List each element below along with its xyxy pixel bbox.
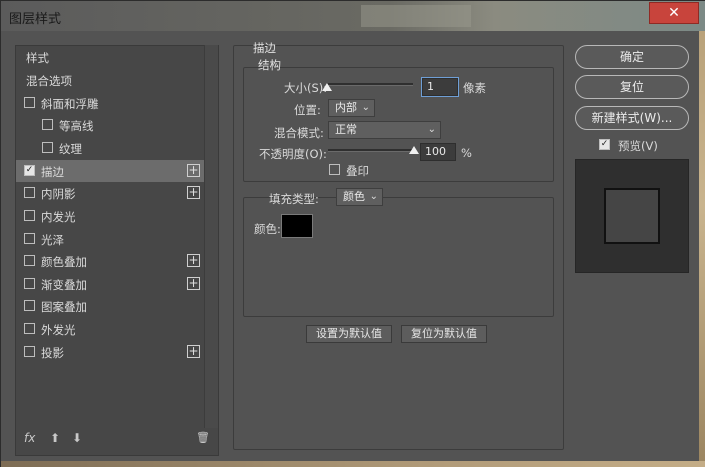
style-item-checkbox[interactable] [24,323,35,334]
add-instance-icon[interactable]: + [187,164,200,177]
style-item-label: 样式 [26,51,49,65]
style-list-footer: fx ⬆ ⬇ 🗑 [16,429,210,451]
opacity-label: 不透明度(O): [259,147,327,161]
blend-mode-dropdown[interactable]: 正常 ⌄ [328,121,441,139]
style-item-checkbox[interactable] [42,119,53,130]
style-item-label: 渐变叠加 [41,278,87,292]
style-item-checkbox[interactable] [24,210,35,221]
position-value: 内部 [335,101,357,114]
background-edge-bottom [1,461,705,467]
fill-type-dropdown[interactable]: 颜色 ⌄ [336,188,383,206]
add-instance-icon[interactable]: + [187,254,200,267]
style-item[interactable]: 斜面和浮雕 [16,92,204,114]
style-item-checkbox[interactable]: ✓ [24,165,35,176]
style-item[interactable]: 投影 + [16,341,204,363]
chevron-down-icon: ⌄ [361,102,370,113]
background-edge-right [699,31,705,467]
style-item[interactable]: ✓ 描边 + [16,160,204,182]
overprint-checkbox[interactable] [329,164,340,175]
style-item-checkbox[interactable] [24,278,35,289]
style-item-label: 等高线 [59,119,94,133]
style-item-label: 描边 [41,165,64,179]
trash-icon[interactable]: 🗑 [196,431,210,444]
background-blur [361,5,471,27]
set-default-button[interactable]: 设置为默认值 [306,325,392,343]
size-input[interactable]: 1 [421,77,459,97]
style-item-checkbox[interactable] [24,255,35,266]
dialog-title: 图层样式 [9,12,62,27]
style-item-checkbox[interactable] [24,346,35,357]
style-item-checkbox[interactable] [24,97,35,108]
add-instance-icon[interactable]: + [187,345,200,358]
blend-mode-value: 正常 [335,123,357,136]
add-instance-icon[interactable]: + [187,186,200,199]
fill-type-value: 颜色 [343,190,365,203]
add-instance-icon[interactable]: + [187,277,200,290]
chevron-down-icon: ⌄ [369,191,378,202]
blend-mode-label: 混合模式: [274,126,324,140]
style-item[interactable]: 外发光 [16,318,204,340]
opacity-unit: % [461,146,472,160]
color-swatch[interactable] [281,214,313,238]
close-button[interactable]: ✕ [649,2,699,24]
layer-style-dialog: 图层样式 ✕ 样式混合选项斜面和浮雕等高线纹理 ✓ 描边 + 内阴影 + 内发光光泽颜色叠加… [0,0,705,467]
style-item-label: 颜色叠加 [41,255,87,269]
style-item[interactable]: 内发光 [16,205,204,227]
chevron-down-icon: ⌄ [427,124,436,135]
style-item[interactable]: 内阴影 + [16,182,204,204]
style-item[interactable]: 混合选项 [16,69,204,91]
preview-label: 预览(V) [618,139,658,153]
move-down-icon[interactable]: ⬇ [72,431,82,445]
style-item-label: 光泽 [41,233,64,247]
style-item-label: 图案叠加 [41,300,87,314]
style-item[interactable]: 纹理 [16,137,204,159]
style-item-label: 内阴影 [41,187,76,201]
style-item-checkbox[interactable] [24,187,35,198]
style-item-checkbox[interactable] [24,300,35,311]
move-up-icon[interactable]: ⬆ [50,431,60,445]
reset-default-button[interactable]: 复位为默认值 [401,325,487,343]
ok-button[interactable]: 确定 [575,45,689,69]
position-dropdown[interactable]: 内部 ⌄ [328,99,375,117]
style-item[interactable]: 颜色叠加 + [16,250,204,272]
style-item-label: 纹理 [59,142,82,156]
style-item[interactable]: 光泽 [16,228,204,250]
style-item-checkbox[interactable] [24,233,35,244]
fx-icon[interactable]: fx [24,431,35,445]
style-item-label: 投影 [41,346,64,360]
style-item-label: 外发光 [41,323,76,337]
preview-swatch [604,188,660,244]
style-item[interactable]: 样式 [16,46,204,68]
fill-type-label: 填充类型: [269,192,319,206]
stroke-section-title: 描边 [253,41,276,55]
opacity-slider-track[interactable] [328,149,414,152]
title-bar: 图层样式 ✕ [1,1,705,31]
style-item[interactable]: 渐变叠加 + [16,273,204,295]
style-item[interactable]: 图案叠加 [16,295,204,317]
size-slider-track[interactable] [327,83,413,86]
style-item-label: 混合选项 [26,74,72,88]
structure-title: 结构 [258,58,281,72]
size-slider-thumb[interactable] [322,83,332,91]
style-list-scrollbar[interactable] [204,45,218,428]
size-label: 大小(S): [284,81,328,95]
style-preview [575,159,689,273]
new-style-button[interactable]: 新建样式(W)... [575,106,689,130]
reset-button[interactable]: 复位 [575,75,689,99]
style-item[interactable]: 等高线 [16,114,204,136]
position-label: 位置: [294,103,321,117]
preview-checkbox[interactable]: ✓ [599,139,610,150]
opacity-input[interactable]: 100 [420,143,456,161]
style-item-label: 斜面和浮雕 [41,97,99,111]
style-item-label: 内发光 [41,210,76,224]
size-unit: 像素 [463,81,486,95]
overprint-label: 叠印 [346,164,369,178]
style-item-checkbox[interactable] [42,142,53,153]
opacity-slider-thumb[interactable] [409,146,419,154]
color-label: 颜色: [254,222,281,236]
